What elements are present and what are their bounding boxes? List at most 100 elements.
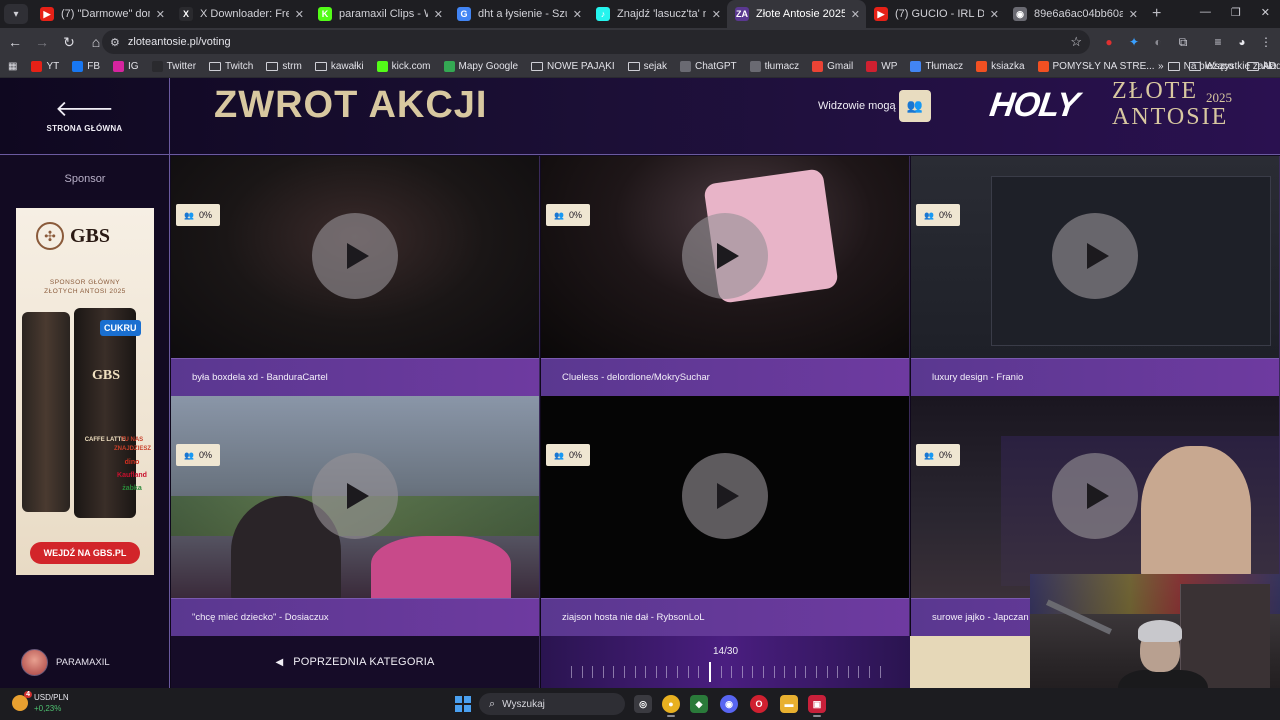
media-icon[interactable]: ≡: [1210, 34, 1226, 50]
more-bookmarks-icon[interactable]: »: [1158, 61, 1164, 72]
address-bar[interactable]: ⚙ zloteantosie.pl/voting ☆: [102, 30, 1090, 54]
extension-icon[interactable]: ◐: [1150, 34, 1166, 50]
bookmark-label: strm: [282, 61, 302, 72]
close-tab-icon[interactable]: ✕: [573, 8, 582, 21]
taskbar-search[interactable]: ⌕ Wyszukaj: [479, 693, 625, 715]
close-tab-icon[interactable]: ✕: [712, 8, 721, 21]
tab-search-icon[interactable]: ▾: [4, 4, 28, 24]
bookmark-translate[interactable]: Tłumacz: [910, 61, 963, 72]
new-tab-button[interactable]: +: [1152, 5, 1161, 23]
bookmark-gmail[interactable]: Gmail: [812, 61, 853, 72]
site-info-icon[interactable]: ⚙: [110, 36, 120, 49]
clip-caption: "chcę mieć dziecko" - Dosiaczux: [171, 598, 539, 636]
close-window-icon[interactable]: ✕: [1261, 6, 1270, 19]
bookmark-fb[interactable]: FB: [72, 61, 100, 72]
close-tab-icon[interactable]: ✕: [851, 8, 860, 21]
profile-icon[interactable]: ◕: [1234, 34, 1250, 50]
back-icon[interactable]: ←: [3, 30, 27, 54]
play-button[interactable]: [312, 453, 398, 539]
clip-card[interactable]: 👥 0% ziajson hosta nie dał - RybsonLoL: [541, 396, 910, 636]
previous-category-button[interactable]: ◀ POPRZEDNIA KATEGORIA: [171, 636, 540, 688]
bookmark-ms[interactable]: ksiazka: [976, 61, 1025, 72]
bookmark-ms[interactable]: POMYSŁY NA STRE...: [1037, 61, 1155, 72]
maximize-icon[interactable]: ❐: [1231, 6, 1241, 19]
discord-icon[interactable]: ◉: [720, 695, 738, 713]
browser-tab[interactable]: ♪ Znajdź 'lasucz'ta' na TikTo ✕: [588, 0, 727, 28]
bookmark-folder[interactable]: NOWE PAJĄKI: [531, 61, 615, 72]
browser-tab[interactable]: ▶ (7) GUCIO - IRL DRUNK S ✕: [866, 0, 1005, 28]
reload-icon[interactable]: ↻: [57, 30, 81, 54]
ad-cta-button[interactable]: WEJDŹ NA GBS.PL: [30, 542, 140, 564]
sponsor-ad[interactable]: ✣ GBS SPONSOR GŁÓWNY ZŁOTYCH ANTOSI 2025…: [16, 208, 154, 575]
bookmark-ig[interactable]: IG: [113, 61, 139, 72]
gbs-logo: ✣ GBS: [36, 222, 110, 250]
clip-card[interactable]: 👥 0% była boxdela xd - BanduraCartel: [171, 156, 540, 396]
users-icon: 👥: [184, 450, 194, 460]
tab-title: (7) "Darmowe" domy w Ja: [61, 8, 150, 20]
browser-tab[interactable]: X X Downloader: Free Twitt ✕: [171, 0, 310, 28]
bookmark-folder[interactable]: sejak: [627, 61, 667, 72]
clip-card[interactable]: 👥 0% "chcę mieć dziecko" - Dosiaczux: [171, 396, 540, 636]
user-profile[interactable]: PARAMAXIL: [0, 636, 170, 688]
record-extension-icon[interactable]: ●: [1101, 34, 1117, 50]
minimize-icon[interactable]: —: [1200, 6, 1211, 19]
bookmark-maps[interactable]: Mapy Google: [443, 61, 518, 72]
streamer-hat: [1138, 620, 1182, 642]
viewers-group-icon[interactable]: 👥: [899, 90, 931, 122]
chrome-icon[interactable]: ●: [662, 695, 680, 717]
clip-card[interactable]: 👥 0% Clueless - delordione/MokrySuchar: [541, 156, 910, 396]
all-bookmarks[interactable]: Wszystkie zakładki: [1189, 61, 1280, 72]
close-tab-icon[interactable]: ✕: [990, 8, 999, 21]
extension-icon[interactable]: ✦: [1126, 34, 1142, 50]
close-tab-icon[interactable]: ✕: [1129, 8, 1138, 21]
play-button[interactable]: [682, 453, 768, 539]
play-button[interactable]: [682, 213, 768, 299]
ticker-widget[interactable]: 4 USD/PLN +0,23%: [12, 691, 69, 714]
forward-icon[interactable]: →: [30, 30, 54, 54]
bookmark-label: ChatGPT: [694, 61, 737, 72]
bookmark-x[interactable]: Twitter: [151, 61, 196, 72]
browser-tab[interactable]: Kparamaxil Clips - Watch L ✕: [310, 0, 449, 28]
bookmark-star-icon[interactable]: ☆: [1070, 34, 1082, 50]
bookmark-folder[interactable]: strm: [266, 61, 302, 72]
close-tab-icon[interactable]: ✕: [156, 8, 165, 21]
progress-tick: [720, 666, 722, 678]
bookmark-yt[interactable]: YT: [31, 61, 59, 72]
browser-tab[interactable]: Gdht a łysienie - Szukaj w ✕: [449, 0, 588, 28]
bookmark-kick[interactable]: kick.com: [376, 61, 431, 72]
close-tab-icon[interactable]: ✕: [434, 8, 443, 21]
menu-icon[interactable]: ⋮: [1258, 34, 1274, 50]
extensions-puzzle-icon[interactable]: ⧉: [1175, 34, 1191, 50]
browser-tab[interactable]: ◉ 89e6a6ac04bb60a51f06b ✕: [1005, 0, 1144, 28]
play-button[interactable]: [1052, 213, 1138, 299]
start-button[interactable]: [455, 696, 471, 712]
browser-tab[interactable]: ▶ (7) "Darmowe" domy w Ja ✕: [32, 0, 171, 28]
bookmark-folder[interactable]: kawałki: [314, 61, 364, 72]
play-button[interactable]: [312, 213, 398, 299]
clip-grid: 👥 0% była boxdela xd - BanduraCartel 👥 0% Clu…: [171, 156, 1280, 636]
close-tab-icon[interactable]: ✕: [295, 8, 304, 21]
bookmark-gpt[interactable]: ChatGPT: [679, 61, 737, 72]
play-icon: [1087, 243, 1109, 269]
home-back-button[interactable]: 🡐 STRONA GŁÓWNA: [0, 78, 170, 155]
sponsor-sidebar: Sponsor ✣ GBS SPONSOR GŁÓWNY ZŁOTYCH ANT…: [0, 155, 170, 688]
copilot-icon[interactable]: ◎: [634, 695, 652, 713]
viewers-label: Widzowie mogą: [818, 100, 896, 112]
opera-icon[interactable]: O: [750, 695, 768, 713]
progress-tick: [655, 666, 657, 678]
progress-counter: 14/30: [712, 646, 739, 657]
logo-year: 2025: [1206, 90, 1232, 105]
bookmark-folder[interactable]: Twitch: [209, 61, 253, 72]
clip-card[interactable]: 👥 0% luxury design - Franio: [911, 156, 1280, 396]
windows-taskbar: 4 USD/PLN +0,23% ⌕ Wyszukaj ◎ ● ◆ ◉ O ▬ …: [0, 688, 1280, 720]
play-button[interactable]: [1052, 453, 1138, 539]
ticker-change: +0,23%: [34, 704, 62, 713]
explorer-icon[interactable]: ▬: [780, 695, 798, 713]
bookmark-wp[interactable]: WP: [866, 61, 897, 72]
browser-tab[interactable]: ZA Złote Antosie 2025 - Najw ✕: [727, 0, 866, 28]
apps-icon[interactable]: ▦: [8, 61, 17, 72]
bookmark-gpt[interactable]: tłumacz: [749, 61, 799, 72]
back-label: STRONA GŁÓWNA: [46, 124, 123, 133]
browser-icon[interactable]: ◆: [690, 695, 708, 713]
app-icon[interactable]: ▣: [808, 695, 826, 717]
